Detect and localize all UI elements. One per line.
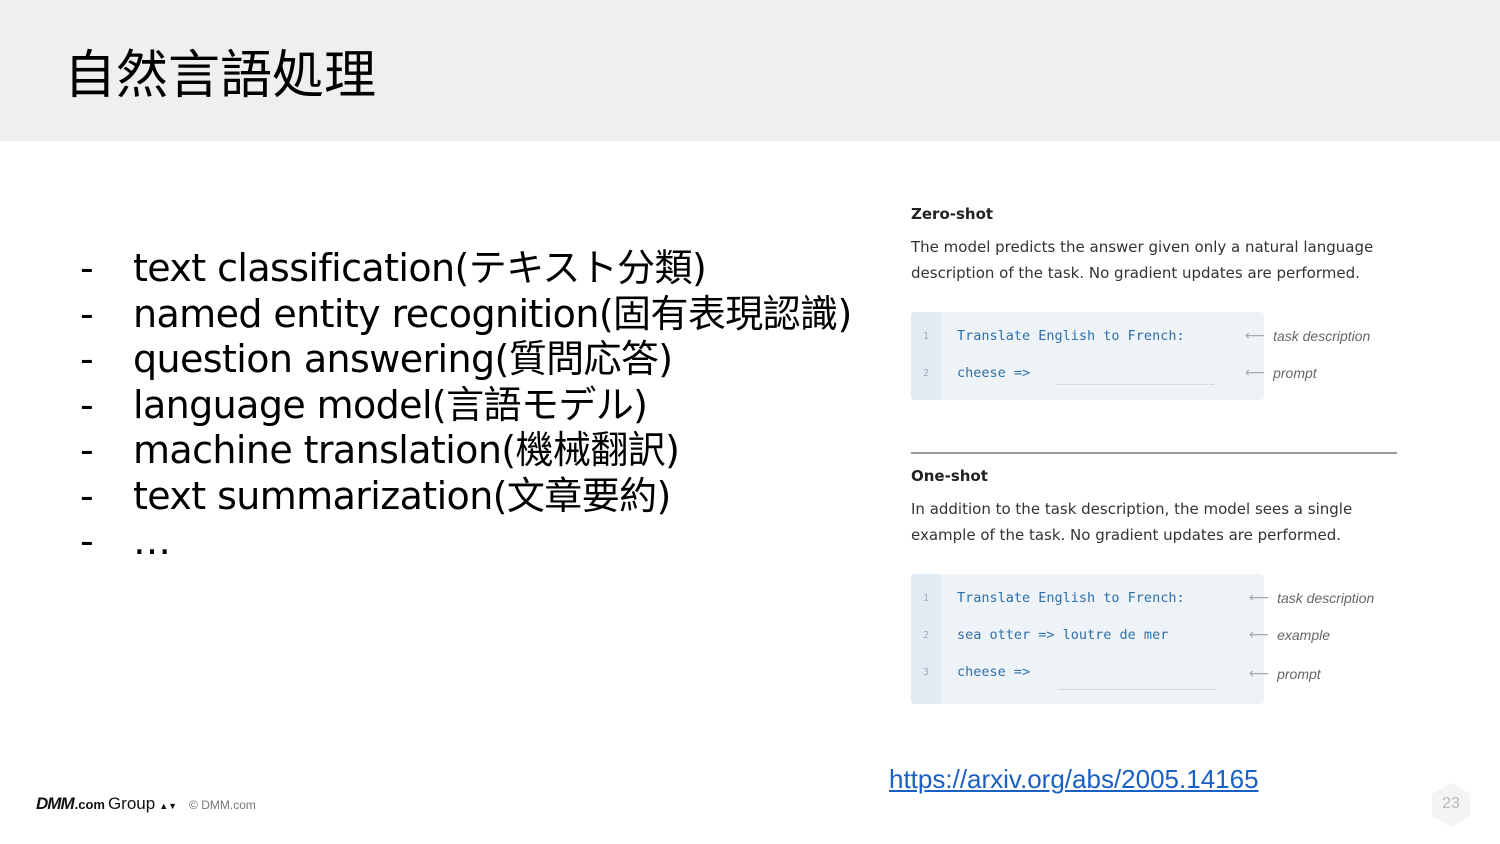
zero-shot-heading: Zero-shot [911, 205, 994, 223]
annotation: ⟵ example [1249, 626, 1330, 643]
zero-shot-code-box: 1 Translate English to French: 2 cheese … [911, 312, 1264, 400]
code-text: Translate English to French: [957, 328, 1185, 344]
one-shot-section: One-shot In addition to the task descrip… [911, 467, 1397, 704]
annotation-label: prompt [1273, 364, 1317, 381]
copyright-text: © DMM.com [189, 798, 256, 812]
arxiv-link[interactable]: https://arxiv.org/abs/2005.14165 [889, 764, 1259, 795]
description-line: example of the task. No gradient updates… [911, 526, 1342, 544]
code-text: cheese => [957, 664, 1031, 680]
description-line: The model predicts the answer given only… [911, 238, 1374, 256]
bullet-text: text summarization(文章要約) [133, 473, 671, 518]
logo-com: .com [74, 797, 105, 812]
left-arrow-icon: ⟵ [1249, 589, 1269, 605]
bullet-text: text classification(テキスト分類) [133, 246, 707, 290]
description-line: In addition to the task description, the… [911, 500, 1353, 518]
section-divider [911, 452, 1397, 454]
list-item: - question answering(質問応答) [80, 337, 852, 383]
one-shot-description: In addition to the task description, the… [911, 496, 1397, 548]
code-line: 3 cheese => [911, 662, 1030, 682]
annotation-label: task description [1273, 327, 1371, 344]
one-shot-heading: One-shot [911, 467, 988, 485]
bullet-text: machine translation(機械翻訳) [133, 428, 680, 472]
code-text: Translate English to French: [957, 590, 1185, 606]
bullet-list: - text classification(テキスト分類) - named enti… [80, 246, 852, 565]
annotation: ⟵ task description [1249, 589, 1374, 606]
code-line: 2 cheese => [911, 363, 1030, 383]
left-arrow-icon: ⟵ [1249, 626, 1269, 642]
code-line: 1 Translate English to French: [911, 588, 1185, 608]
dmm-group-logo: DMM .com Group ▲▼ © DMM.com [36, 794, 256, 814]
line-number: 2 [922, 367, 930, 379]
annotation-label: example [1277, 626, 1330, 643]
title-bar: 自然言語処理 [0, 0, 1500, 141]
bullet-text: language model(言語モデル) [133, 382, 648, 427]
bullet-dash: - [80, 428, 94, 472]
line-number: 1 [922, 592, 930, 604]
bullet-dash: - [80, 473, 94, 518]
list-item: - text classification(テキスト分類) [80, 246, 852, 292]
code-line: 1 Translate English to French: [911, 326, 1185, 346]
zero-shot-section: Zero-shot The model predicts the answer … [911, 205, 1397, 400]
slide-title: 自然言語処理 [64, 46, 377, 106]
annotation: ⟵ prompt [1245, 364, 1317, 381]
page-number: 23 [1442, 795, 1460, 812]
left-arrow-icon: ⟵ [1245, 327, 1265, 343]
code-line: 2 sea otter => loutre de mer [911, 625, 1168, 645]
list-item: - named entity recognition(固有表現認識) [80, 292, 852, 338]
annotation-label: prompt [1277, 665, 1321, 682]
annotation: ⟵ prompt [1249, 665, 1321, 682]
line-number: 3 [922, 666, 930, 678]
page-number-badge: 23 [1428, 782, 1474, 828]
bullet-dash: - [80, 246, 94, 290]
annotation: ⟵ task description [1245, 327, 1370, 344]
completion-placeholder [1059, 689, 1216, 690]
list-item: - language model(言語モデル) [80, 383, 852, 429]
code-text: cheese => [957, 365, 1031, 381]
zero-shot-description: The model predicts the answer given only… [911, 234, 1397, 286]
logo-group: Group [107, 794, 156, 813]
list-item: - text summarization(文章要約) [80, 474, 852, 520]
line-number: 1 [922, 330, 930, 342]
list-item: - machine translation(機械翻訳) [80, 428, 852, 474]
completion-placeholder [1057, 384, 1214, 385]
logo-mark-icon: ▲▼ [159, 801, 178, 811]
bullet-text: question answering(質問応答) [133, 337, 673, 381]
list-item: -… [80, 519, 852, 565]
bullet-text: named entity recognition(固有表現認識) [133, 291, 852, 336]
bullet-dash: - [80, 291, 94, 336]
left-arrow-icon: ⟵ [1245, 364, 1265, 380]
logo-dmm: DMM [36, 794, 75, 813]
annotation-label: task description [1277, 589, 1375, 606]
left-arrow-icon: ⟵ [1249, 665, 1269, 681]
bullet-dash: - [80, 337, 94, 381]
bullet-text: … [133, 519, 171, 563]
bullet-dash: - [80, 519, 94, 563]
bullet-dash: - [80, 382, 94, 427]
one-shot-code-box: 1 Translate English to French: 2 sea ott… [911, 574, 1264, 704]
line-number: 2 [922, 629, 930, 641]
code-text: sea otter => loutre de mer [957, 627, 1169, 643]
description-line: description of the task. No gradient upd… [911, 264, 1360, 282]
